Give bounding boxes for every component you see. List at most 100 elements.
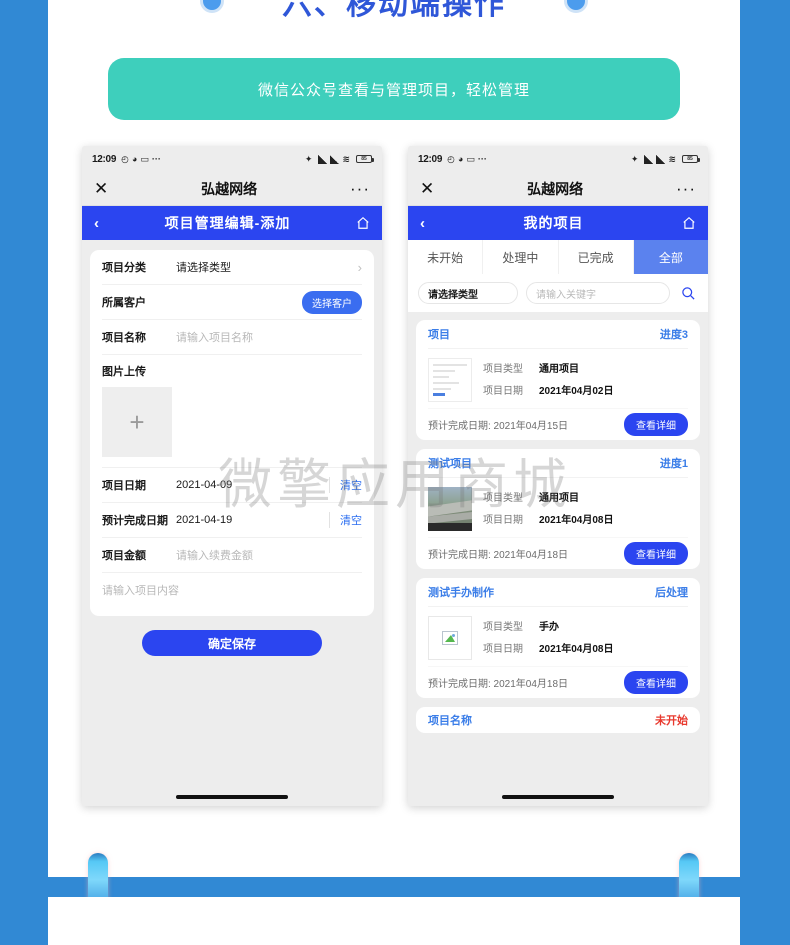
bluetooth-icon: ✦ [630,153,639,164]
field-label: 项目分类 [102,262,146,274]
page-title: 项目管理编辑-添加 [164,215,291,231]
save-button[interactable]: 确定保存 [142,630,322,656]
alarm-icon: ◴ [121,153,129,164]
project-card[interactable]: 项目名称 未开始 [416,707,700,733]
field-value: 通用项目 [539,364,579,375]
project-date-row: 项目日期 2021年04月08日 [483,511,614,526]
wechat-bar-right: ✕ 弘越网络 ··· [408,172,708,206]
project-content-textarea[interactable]: 请输入项目内容 [102,573,362,616]
project-type-row: 项目类型 通用项目 [483,489,614,504]
status-time: 12:09 [418,153,443,165]
field-value: 2021-04-09 [176,479,233,491]
bottom-divider-bar [0,877,790,897]
signal-icon [644,154,654,164]
add-image-button[interactable]: + [102,387,172,457]
project-thumbnail-document [428,358,472,402]
page-title: 我的项目 [523,215,584,231]
home-icon[interactable] [356,216,370,230]
project-amount-input[interactable]: 请输入续费金额 [176,547,253,563]
field-label: 项目类型 [483,364,523,375]
field-value: 通用项目 [539,493,579,504]
field-expected-finish-date[interactable]: 预计完成日期 2021-04-19 清空 [102,503,362,538]
field-label: 项目日期 [483,386,523,397]
field-customer[interactable]: 所属客户 选择客户 [102,285,362,320]
message-icon: ▭ [140,153,149,164]
more-icon[interactable]: ··· [350,180,370,197]
screen-add-project: 项目分类 请选择类型 › 所属客户 选择客户 项目名称 请输入项目名称 图片上传… [82,240,382,806]
select-customer-button[interactable]: 选择客户 [302,290,362,314]
field-value: 2021-04-19 [176,514,233,526]
card-header: 测试手办制作 后处理 [428,578,688,607]
clear-date-button[interactable]: 清空 [329,477,362,493]
tab-in-progress[interactable]: 处理中 [483,240,559,274]
project-name: 项目 [428,329,450,341]
field-label: 预计完成日期 [102,515,168,527]
project-name: 测试项目 [428,458,472,470]
field-label: 项目日期 [483,515,523,526]
project-card[interactable]: 项目 进度3 项目类型 通用项目 项目日期 2021年04月02日 预计完成日期… [416,320,700,440]
card-header: 项目 进度3 [428,320,688,349]
view-detail-button[interactable]: 查看详细 [624,542,688,565]
card-header: 项目名称 未开始 [428,707,688,733]
screen-my-projects: 项目 进度3 项目类型 通用项目 项目日期 2021年04月02日 预计完成日期… [408,312,708,806]
search-icon[interactable] [678,286,698,301]
battery-icon: 85 [356,155,374,163]
chevron-right-icon: › [357,259,362,275]
card-body: 项目类型 手办 项目日期 2021年04月08日 [428,607,688,666]
right-blue-band [740,0,790,945]
project-card[interactable]: 测试手办制作 后处理 项目类型 手办 项目日期 2021年04月08日 预计完成… [416,578,700,698]
field-project-date[interactable]: 项目日期 2021-04-09 清空 [102,468,362,503]
status-tabs: 未开始 处理中 已完成 全部 [408,240,708,274]
card-body: 项目类型 通用项目 项目日期 2021年04月08日 [428,478,688,537]
field-project-amount[interactable]: 项目金额 请输入续费金额 [102,538,362,573]
home-icon[interactable] [682,216,696,230]
field-label: 项目名称 [102,332,146,344]
more-icon: ··· [477,154,487,164]
expected-finish-date: 预计完成日期: 2021年04月18日 [428,679,569,690]
field-label: 项目金额 [102,550,146,562]
tab-all[interactable]: 全部 [633,240,708,274]
card-body: 项目类型 通用项目 项目日期 2021年04月02日 [428,349,688,408]
field-value: 请选择类型 [176,262,231,274]
field-project-name[interactable]: 项目名称 请输入项目名称 [102,320,362,355]
nav-bar-left: ‹ 项目管理编辑-添加 [82,206,382,240]
project-card[interactable]: 测试项目 进度1 项目类型 通用项目 项目日期 2021年04月08日 预计完成… [416,449,700,569]
wifi-icon: ≋ [668,153,676,164]
project-card-list: 项目 进度3 项目类型 通用项目 项目日期 2021年04月02日 预计完成日期… [408,312,708,741]
card-footer: 预计完成日期: 2021年04月15日 查看详细 [428,408,688,440]
more-icon[interactable]: ··· [676,180,696,197]
section-header: 六、移动端操作 [48,0,740,24]
project-type-row: 项目类型 通用项目 [483,360,614,375]
close-icon[interactable]: ✕ [420,180,434,197]
tab-not-started[interactable]: 未开始 [408,240,484,274]
view-detail-button[interactable]: 查看详细 [624,413,688,436]
more-icon: ··· [151,154,161,164]
view-detail-button[interactable]: 查看详细 [624,671,688,694]
clear-date-button[interactable]: 清空 [329,512,362,528]
left-blue-band [0,0,48,945]
alarm-icon: ◴ [447,153,455,164]
project-name-input[interactable]: 请输入项目名称 [176,329,253,345]
expected-finish-date: 预计完成日期: 2021年04月15日 [428,421,569,432]
section-title: 六、移动端操作 [282,0,506,21]
bluetooth-icon: ✦ [304,153,313,164]
keyword-input[interactable]: 请输入关键字 [526,282,670,304]
field-project-category[interactable]: 项目分类 请选择类型 › [102,250,362,285]
mute-icon: ◕ [457,154,464,164]
message-icon: ▭ [466,153,475,164]
card-header: 测试项目 进度1 [428,449,688,478]
field-label: 项目日期 [483,644,523,655]
type-filter-select[interactable]: 请选择类型 [418,282,518,304]
project-type-row: 项目类型 手办 [483,618,614,633]
signal-icon [318,154,328,164]
tab-completed[interactable]: 已完成 [559,240,634,274]
project-thumbnail-broken-image [428,616,472,660]
project-form-card: 项目分类 请选择类型 › 所属客户 选择客户 项目名称 请输入项目名称 图片上传… [90,250,374,616]
feature-banner-text: 微信公众号查看与管理项目，轻松管理 [257,81,530,99]
close-icon[interactable]: ✕ [94,180,108,197]
phone-mockup-my-projects: 12:09 ◴ ◕ ▭ ··· ✦ ≋ 85 ✕ 弘越网络 ··· ‹ 我的项目… [408,146,708,806]
project-date-row: 项目日期 2021年04月08日 [483,640,614,655]
project-date-row: 项目日期 2021年04月02日 [483,382,614,397]
project-thumbnail-photo [428,487,472,531]
status-badge: 后处理 [655,587,688,599]
